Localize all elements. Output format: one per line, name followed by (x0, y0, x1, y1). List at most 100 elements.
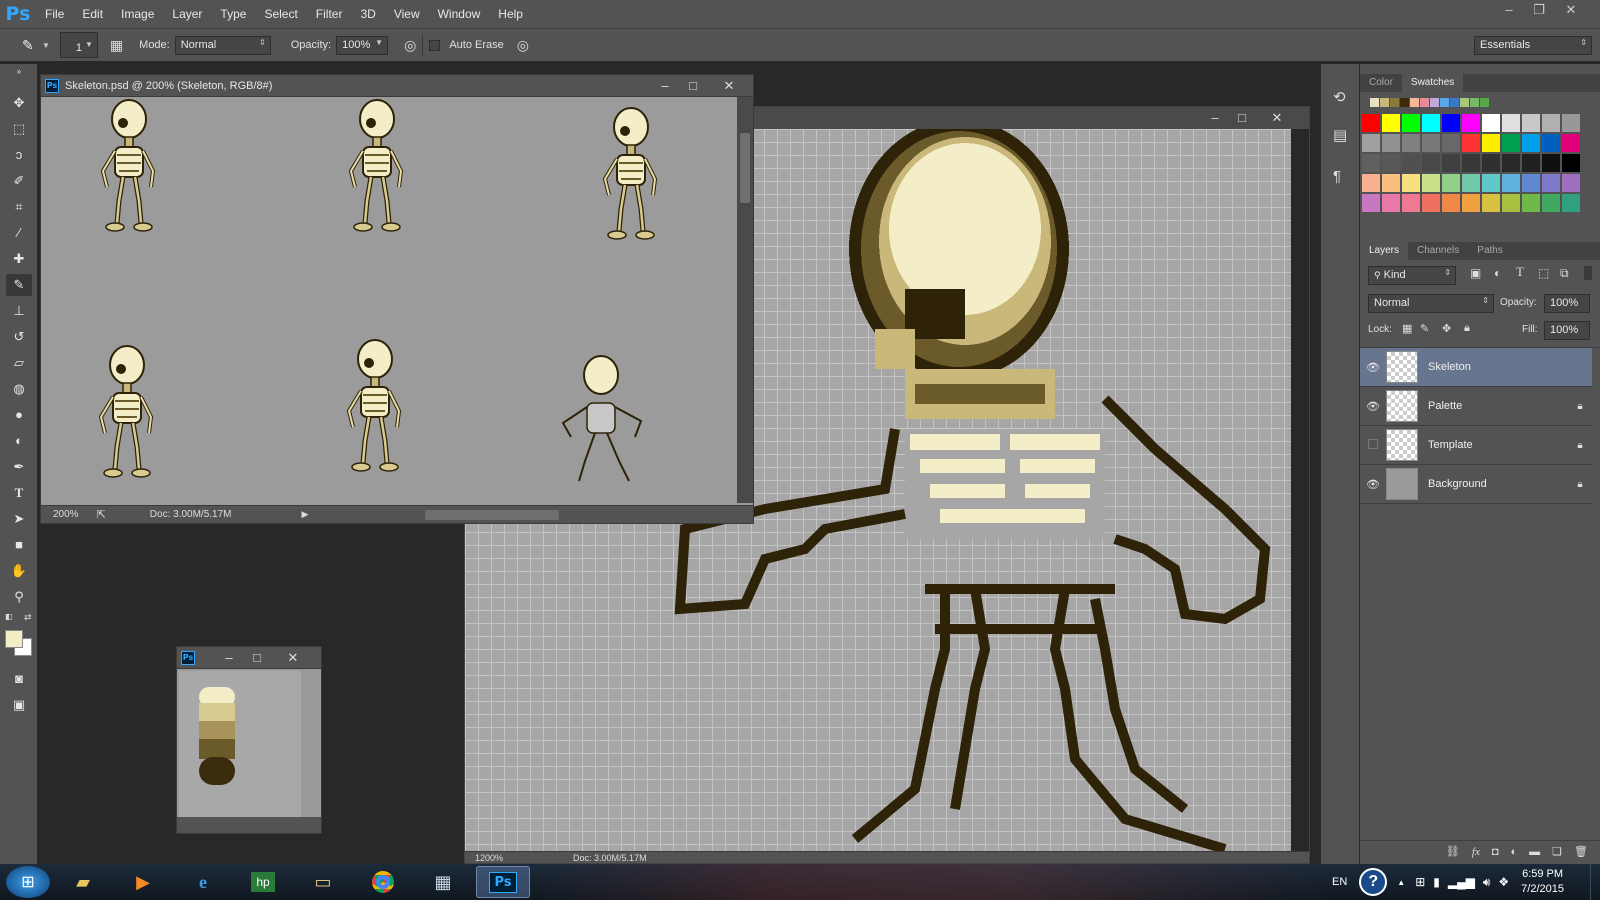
swatch[interactable] (1430, 98, 1439, 107)
brush-panel-toggle-icon[interactable]: ▦ (110, 37, 123, 54)
default-colors-icon[interactable]: ◧ (5, 612, 13, 621)
share-icon[interactable]: ⇱ (97, 508, 106, 521)
pencil-tool-preset-icon[interactable]: ✎ (22, 37, 42, 54)
swatch[interactable] (1462, 174, 1480, 192)
pressure-size-icon[interactable]: ◎ (517, 37, 529, 54)
swatch[interactable] (1562, 194, 1580, 212)
swatch[interactable] (1382, 134, 1400, 152)
swatch[interactable] (1442, 174, 1460, 192)
tab-layers[interactable]: Layers (1360, 242, 1409, 260)
taskbar-app[interactable]: ▭ (296, 866, 350, 898)
new-layer-icon[interactable]: ❏ (1552, 845, 1562, 858)
auto-erase-checkbox[interactable] (429, 39, 441, 51)
filter-adjustment-icon[interactable]: ◐ (1494, 266, 1501, 280)
swatch[interactable] (1482, 114, 1500, 132)
collapse-toolbar-icon[interactable]: » (6, 66, 32, 78)
swatch[interactable] (1362, 154, 1380, 172)
swatch[interactable] (1562, 114, 1580, 132)
lock-all-icon[interactable]: 🔒︎ (1464, 322, 1470, 335)
tab-color[interactable]: Color (1360, 74, 1402, 92)
lock-pixels-icon[interactable]: ✎ (1420, 322, 1429, 335)
menu-layer[interactable]: Layer (163, 0, 211, 28)
layer-row-background[interactable]: 👁︎ Background 🔒︎ (1360, 465, 1592, 504)
swatch[interactable] (1522, 154, 1540, 172)
palette-doc-minimize-button[interactable]: – (219, 649, 239, 667)
tab-swatches[interactable]: Swatches (1401, 74, 1464, 92)
palette-doc-titlebar[interactable]: Ps – □ ✕ (177, 647, 321, 669)
swatch[interactable] (1450, 98, 1459, 107)
palette-canvas[interactable] (179, 671, 301, 817)
swatch[interactable] (1542, 194, 1560, 212)
skeleton-doc-titlebar[interactable]: Ps Skeleton.psd @ 200% (Skeleton, RGB/8#… (41, 75, 753, 97)
crop-tool-icon[interactable]: ⌗ (6, 196, 32, 218)
layer-row-template[interactable]: Template 🔒︎ (1360, 426, 1592, 465)
filter-type-icon[interactable]: T (1516, 264, 1524, 280)
hand-tool-icon[interactable]: ✋ (6, 560, 32, 582)
type-tool-icon[interactable]: T (6, 482, 32, 504)
visibility-toggle-empty[interactable] (1360, 438, 1386, 452)
swatch[interactable] (1382, 174, 1400, 192)
swatch[interactable] (1422, 134, 1440, 152)
network-icon[interactable]: ▮ (1433, 875, 1440, 889)
swatch[interactable] (1402, 134, 1420, 152)
swatch[interactable] (1422, 174, 1440, 192)
paint-bucket-tool-icon[interactable]: ◍ (6, 378, 32, 400)
swatch[interactable] (1482, 154, 1500, 172)
skeleton-doc-zoom[interactable]: 200% (53, 509, 79, 520)
swatch[interactable] (1410, 98, 1419, 107)
clone-stamp-tool-icon[interactable]: ⊥ (6, 300, 32, 322)
swatch[interactable] (1390, 98, 1399, 107)
swatch[interactable] (1522, 194, 1540, 212)
swatch[interactable] (1362, 134, 1380, 152)
menu-image[interactable]: Image (112, 0, 163, 28)
swatch[interactable] (1542, 134, 1560, 152)
swatch[interactable] (1482, 174, 1500, 192)
lock-transparency-icon[interactable]: ▦ (1402, 322, 1412, 335)
filter-toggle-switch[interactable] (1584, 266, 1592, 280)
swatch[interactable] (1522, 174, 1540, 192)
rectangle-tool-icon[interactable]: ■ (6, 534, 32, 556)
layer-row-skeleton[interactable]: 👁︎ Skeleton (1360, 348, 1592, 387)
adjustment-layer-icon[interactable]: ◐ (1511, 846, 1518, 858)
swatch[interactable] (1442, 114, 1460, 132)
swatch[interactable] (1402, 114, 1420, 132)
taskbar-media-player[interactable]: ▶ (116, 866, 170, 898)
swatch[interactable] (1542, 154, 1560, 172)
swatch[interactable] (1422, 194, 1440, 212)
swatch[interactable] (1460, 98, 1469, 107)
tab-paths[interactable]: Paths (1468, 242, 1512, 260)
taskbar-hp[interactable]: hp (236, 866, 290, 898)
pencil-tool-icon[interactable]: ✎ (6, 274, 32, 296)
skeleton-doc-vertical-scrollbar[interactable] (737, 97, 753, 503)
skeleton-doc-restore-button[interactable]: □ (683, 77, 703, 95)
swatch[interactable] (1542, 174, 1560, 192)
swatch[interactable] (1402, 194, 1420, 212)
swatch[interactable] (1442, 154, 1460, 172)
properties-panel-icon[interactable]: ▤ (1333, 126, 1347, 144)
marquee-tool-icon[interactable]: ⬚ (6, 118, 32, 140)
character-panel-icon[interactable]: ¶ (1333, 168, 1341, 185)
swatch[interactable] (1480, 98, 1489, 107)
add-mask-icon[interactable]: ◘ (1492, 846, 1499, 858)
swatch[interactable] (1502, 194, 1520, 212)
trash-icon[interactable]: 🗑︎ (1574, 845, 1588, 858)
menu-type[interactable]: Type (211, 0, 255, 28)
app-minimize-button[interactable]: – (1494, 0, 1524, 20)
swatch[interactable] (1400, 98, 1409, 107)
healing-brush-tool-icon[interactable]: ✚ (6, 248, 32, 270)
palette-doc-close-button[interactable]: ✕ (283, 649, 303, 667)
menu-file[interactable]: File (36, 0, 73, 28)
eye-icon[interactable]: 👁︎ (1360, 400, 1386, 413)
opacity-field[interactable]: 100% ▼ (336, 35, 389, 55)
eraser-tool-icon[interactable]: ▱ (6, 352, 32, 374)
swatch[interactable] (1470, 98, 1479, 107)
swatch[interactable] (1382, 154, 1400, 172)
swatch[interactable] (1370, 98, 1379, 107)
pressure-opacity-icon[interactable]: ◎ (404, 37, 416, 54)
zoomed-doc-restore-button[interactable]: □ (1232, 109, 1252, 127)
filter-smart-object-icon[interactable]: ⧉ (1560, 266, 1569, 281)
eyedropper-tool-icon[interactable]: ⁄ (6, 222, 32, 244)
menu-edit[interactable]: Edit (73, 0, 112, 28)
app-restore-button[interactable]: ❐ (1524, 0, 1554, 20)
signal-icon[interactable]: ▂▄▆ (1448, 875, 1475, 889)
